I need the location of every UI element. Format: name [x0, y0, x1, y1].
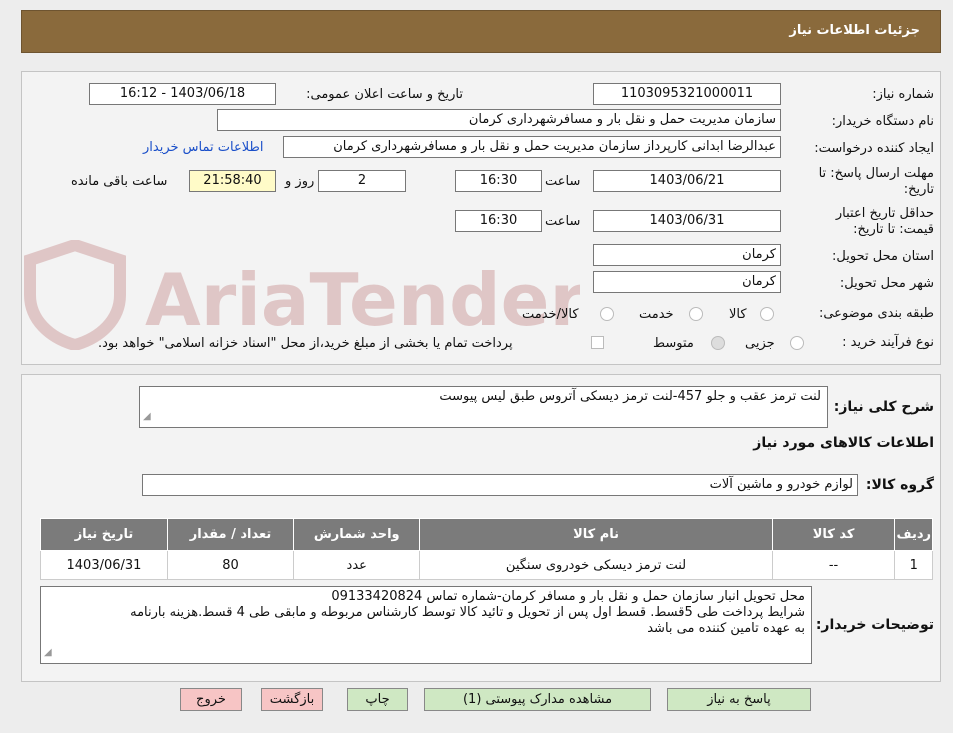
buyer-contact-link[interactable]: اطلاعات تماس خریدار — [143, 140, 263, 155]
buyer-field: سازمان مدیریت حمل و نقل بار و مسافرشهردا… — [217, 109, 781, 131]
resize-grip-icon[interactable]: ◢ — [143, 409, 151, 425]
city-label: شهر محل تحویل: — [839, 276, 934, 291]
notes-line-1: محل تحویل انبار سازمان حمل و نقل بار و م… — [331, 589, 805, 604]
watermark-logo-icon: AriaTender.neT — [24, 238, 751, 352]
announce-field: 1403/06/18 - 16:12 — [89, 83, 276, 105]
notes-line-3: به عهده تامین کننده می باشد — [647, 621, 805, 636]
col-row: ردیف — [894, 518, 933, 551]
category-goods-label: کالا — [729, 307, 747, 322]
cell-date: 1403/06/31 — [40, 550, 168, 580]
page-title: جزئیات اطلاعات نیاز — [789, 23, 920, 38]
process-partial-radio[interactable] — [790, 336, 804, 350]
category-service-radio[interactable] — [689, 307, 703, 321]
category-both-radio[interactable] — [600, 307, 614, 321]
table-row: 1 -- لنت ترمز دیسکی خودروی سنگین عدد 80 … — [40, 550, 933, 580]
col-unit: واحد شمارش — [293, 518, 421, 551]
page-header: جزئیات اطلاعات نیاز — [21, 10, 941, 53]
col-name: نام کالا — [419, 518, 773, 551]
category-goods-radio[interactable] — [760, 307, 774, 321]
treasury-payment-checkbox[interactable] — [591, 336, 604, 349]
process-medium-radio[interactable] — [711, 336, 725, 350]
validity-time-field: 16:30 — [455, 210, 542, 232]
province-field: کرمان — [593, 244, 781, 266]
col-qty: تعداد / مقدار — [166, 518, 295, 551]
table-header-row: ردیف کد کالا نام کالا واحد شمارش تعداد /… — [40, 518, 933, 551]
watermark-text: AriaTender.neT — [145, 258, 580, 342]
remaining-label: ساعت باقی مانده — [71, 174, 168, 189]
need-number-label: شماره نیاز: — [872, 87, 934, 102]
cell-unit: عدد — [293, 550, 421, 580]
province-label: استان محل تحویل: — [832, 249, 934, 264]
category-label: طبقه بندی موضوعی: — [818, 306, 934, 321]
cell-qty: 80 — [166, 550, 295, 580]
process-medium-label: متوسط — [653, 336, 694, 351]
deadline-label: مهلت ارسال پاسخ: تا تاریخ: — [818, 166, 934, 197]
need-number-field: 1103095321000011 — [593, 83, 781, 105]
treasury-payment-note: پرداخت تمام یا بخشی از مبلغ خرید،از محل … — [98, 336, 513, 351]
items-table: ردیف کد کالا نام کالا واحد شمارش تعداد /… — [40, 518, 933, 580]
exit-button[interactable]: خروج — [180, 688, 242, 711]
cell-row: 1 — [894, 550, 933, 580]
days-label: روز و — [285, 174, 315, 189]
cell-code: -- — [771, 550, 896, 580]
creator-label: ایجاد کننده درخواست: — [814, 141, 934, 156]
validity-date-field: 1403/06/31 — [593, 210, 781, 232]
group-label: گروه کالا: — [865, 477, 934, 493]
notes-line-2: شرایط پرداخت طی 5قسط. قسط اول پس از تحوی… — [130, 605, 805, 620]
resize-grip-icon[interactable]: ◢ — [44, 645, 52, 661]
summary-label: شرح کلی نیاز: — [833, 399, 934, 415]
items-heading: اطلاعات کالاهای مورد نیاز — [753, 435, 934, 451]
category-service-label: خدمت — [639, 307, 674, 322]
back-button[interactable]: بازگشت — [261, 688, 323, 711]
remaining-time-field: 21:58:40 — [189, 170, 276, 192]
print-button[interactable]: چاپ — [347, 688, 408, 711]
validity-label: حداقل تاریخ اعتبار قیمت: تا تاریخ: — [835, 206, 934, 237]
validity-time-label: ساعت — [545, 214, 581, 229]
process-label: نوع فرآیند خرید : — [842, 335, 934, 350]
category-both-label: کالا/خدمت — [522, 307, 579, 322]
summary-text: لنت ترمز عقب و جلو 457-لنت ترمز دیسکی آت… — [439, 389, 821, 404]
col-code: کد کالا — [771, 518, 896, 551]
days-field: 2 — [318, 170, 406, 192]
notes-textarea[interactable]: محل تحویل انبار سازمان حمل و نقل بار و م… — [40, 586, 812, 664]
reply-button[interactable]: پاسخ به نیاز — [667, 688, 811, 711]
process-partial-label: جزیی — [745, 336, 775, 351]
buyer-label: نام دستگاه خریدار: — [831, 114, 934, 129]
cell-name: لنت ترمز دیسکی خودروی سنگین — [419, 550, 773, 580]
attachments-button[interactable]: مشاهده مدارک پیوستی (1) — [424, 688, 651, 711]
creator-field: عبدالرضا ابدانی کارپرداز سازمان مدیریت ح… — [283, 136, 781, 158]
deadline-time-label: ساعت — [545, 174, 581, 189]
summary-textarea[interactable]: لنت ترمز عقب و جلو 457-لنت ترمز دیسکی آت… — [139, 386, 828, 428]
announce-label: تاریخ و ساعت اعلان عمومی: — [306, 87, 463, 102]
col-date: تاریخ نیاز — [40, 518, 168, 551]
deadline-date-field: 1403/06/21 — [593, 170, 781, 192]
group-field: لوازم خودرو و ماشین آلات — [142, 474, 858, 496]
city-field: کرمان — [593, 271, 781, 293]
deadline-time-field: 16:30 — [455, 170, 542, 192]
notes-label: توضیحات خریدار: — [815, 617, 934, 633]
